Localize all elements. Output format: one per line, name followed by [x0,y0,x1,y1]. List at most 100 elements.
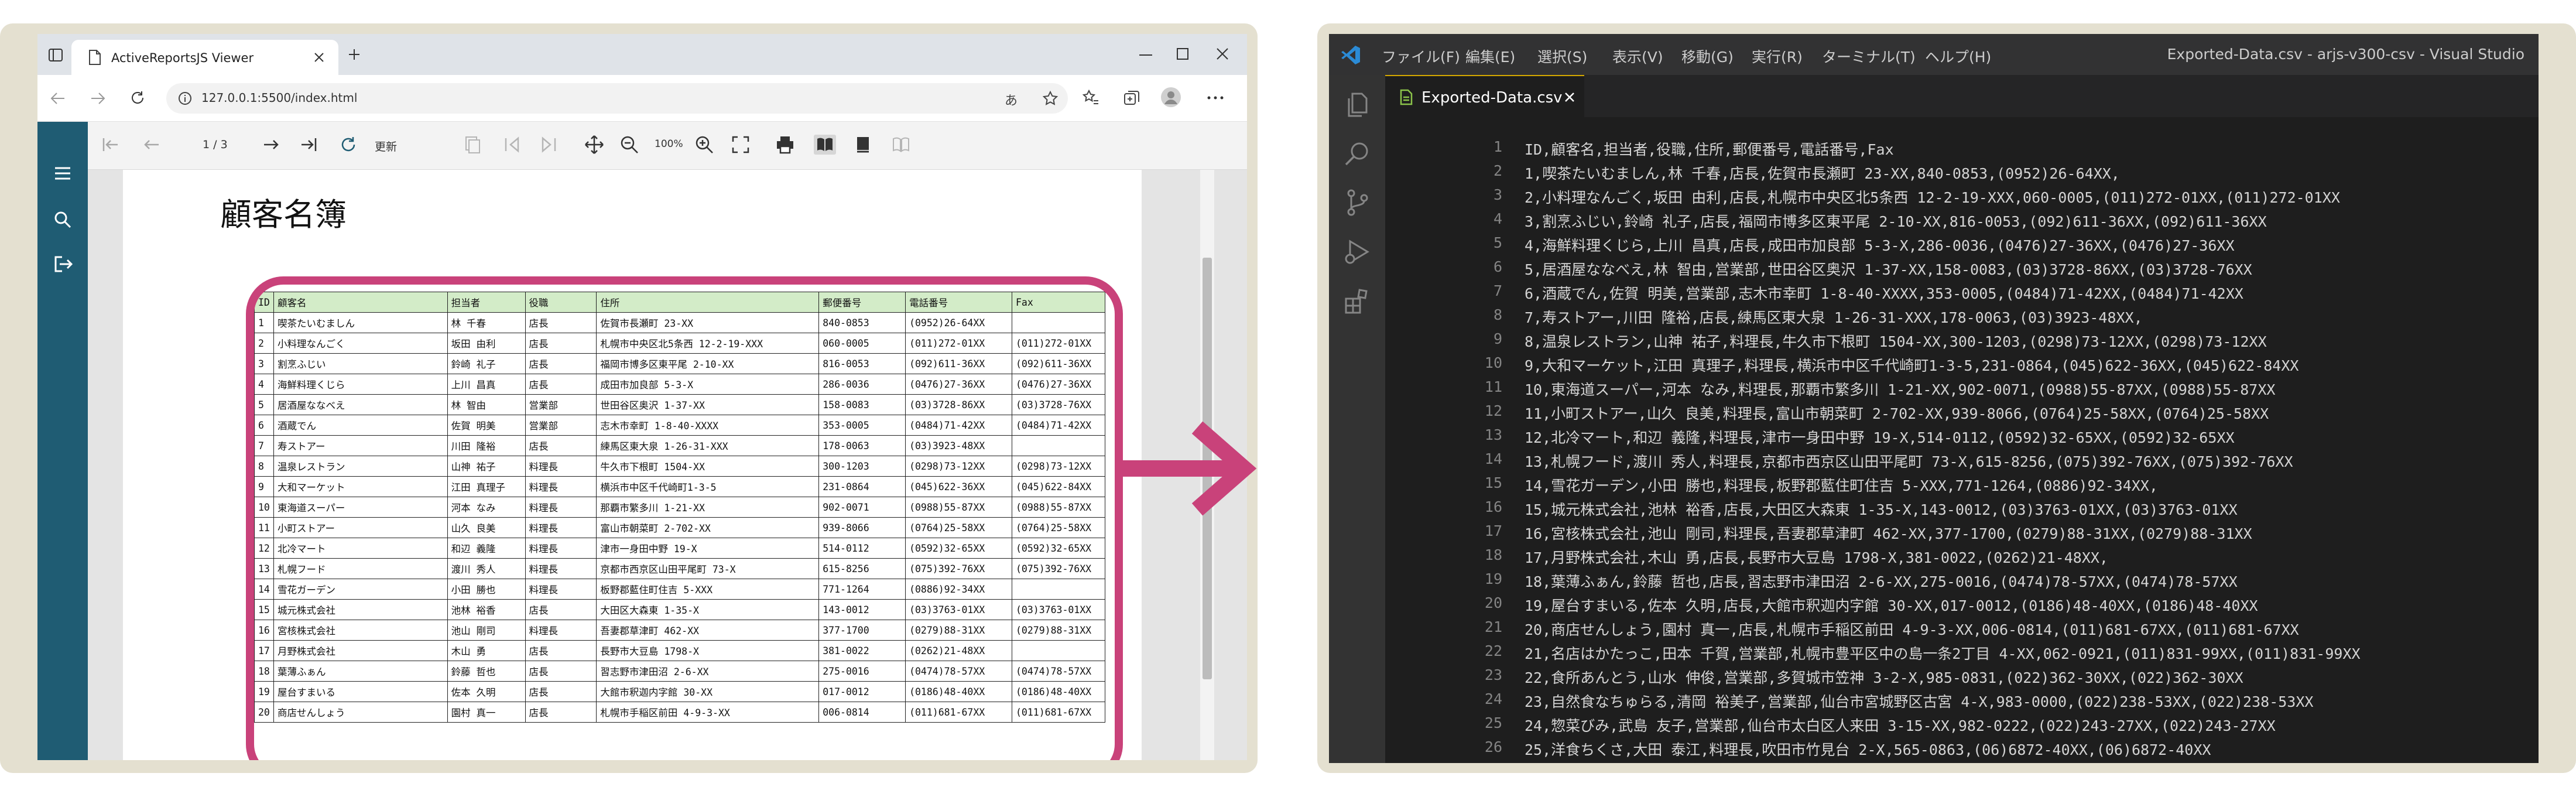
vscode-window: ファイル(F) 編集(E) 選択(S) 表示(V) 移動(G) 実行(R) ター… [1329,34,2539,763]
code-line[interactable]: 8,温泉レストラン,山神 祐子,料理長,牛久市下根町 1504-XX,300-1… [1525,330,2267,351]
last-page-icon[interactable] [299,135,318,155]
line-number: 2 [1493,162,1502,179]
csv-file-icon [1400,89,1413,105]
code-line[interactable]: 18,葉薄ふぁん,鈴藤 哲也,店長,習志野市津田沼 2-6-XX,275-001… [1525,570,2238,591]
menu-file[interactable]: ファイル(F) [1382,46,1460,67]
next-page-icon[interactable] [261,135,281,155]
refresh-icon[interactable] [130,90,145,105]
favorites-star-icon[interactable] [1042,90,1059,107]
page-icon [89,50,101,65]
code-line[interactable]: 4,海鮮料理くじら,上川 昌真,店長,成田市加良部 5-3-X,286-0036… [1525,234,2235,255]
print-icon[interactable] [775,135,795,155]
refresh-report-icon[interactable] [338,135,358,155]
zoom-level[interactable]: 100% [655,138,683,150]
line-number: 1 [1493,138,1502,155]
menu-edit[interactable]: 編集(E) [1465,46,1515,67]
line-number: 13 [1484,426,1502,443]
close-icon[interactable] [1564,92,1575,102]
menu-terminal[interactable]: ターミナル(T) [1822,46,1916,67]
line-number: 22 [1484,642,1502,659]
sidebar-toggle-icon[interactable] [48,48,63,62]
code-line[interactable]: 1,喫茶たいむましん,林 千春,店長,佐賀市長瀬町 23-XX,840-0853… [1525,162,2120,183]
code-line[interactable]: 21,名店はかたっこ,田本 千賀,営業部,札幌市豊平区中の島一条2丁目 4-XX… [1525,642,2361,663]
code-line[interactable]: 19,屋台すまいる,佐本 久明,店長,大館市釈迦内字館 30-XX,017-00… [1525,594,2258,615]
line-number: 17 [1484,522,1502,539]
code-line[interactable]: 13,札幌フード,渡川 秀人,料理長,京都市西京区山田平尾町 73-X,615-… [1525,450,2293,471]
code-line[interactable]: 12,北冷マート,和辺 義隆,料理長,津市一身田中野 19-X,514-0112… [1525,426,2235,447]
url-box[interactable]: 127.0.0.1:5500/index.html あ [166,83,1068,114]
line-number: 10 [1484,354,1502,371]
back-to-parent-icon[interactable] [502,135,522,155]
line-number: 5 [1493,234,1502,251]
run-debug-icon[interactable] [1343,238,1371,266]
browser-tab[interactable]: ActiveReportsJS Viewer [71,40,338,75]
forward-icon[interactable] [90,91,105,105]
menu-view[interactable]: 表示(V) [1612,46,1663,67]
code-line[interactable]: 6,酒蔵でん,佐賀 明美,営業部,志木市幸町 1-8-40-XXXX,353-0… [1525,282,2243,303]
menu-selection[interactable]: 選択(S) [1537,46,1587,67]
search-icon[interactable] [1343,139,1371,167]
code-line[interactable]: 23,自然食なちゅらる,清岡 裕美子,営業部,仙台市宮城野区古宮 4-X,983… [1525,690,2313,712]
previous-page-icon[interactable] [142,135,162,155]
pan-icon[interactable] [584,135,604,155]
close-window-icon[interactable] [1217,48,1228,60]
profile-icon[interactable] [1160,87,1181,108]
code-line[interactable]: 17,月野株式会社,木山 勇,店長,長野市大豆島 1798-X,381-0022… [1525,546,2108,567]
extensions-icon[interactable] [1343,287,1371,315]
code-line[interactable]: 5,居酒屋ななべえ,林 智由,営業部,世田谷区奥沢 1-37-XX,158-00… [1525,258,2252,279]
code-editor[interactable]: 1 2 3 4 5 6 7 8 9 10 11 12 13 14 15 16 17 18 19 20 21 22 23 24 2… [1385,117,2539,763]
continuous-view-icon[interactable] [854,135,873,155]
explorer-icon[interactable] [1343,91,1371,119]
search-icon[interactable] [54,211,71,228]
menu-run[interactable]: 実行(R) [1752,46,1803,67]
fullscreen-icon[interactable] [731,135,751,155]
line-number: 19 [1484,570,1502,587]
zoom-out-icon[interactable] [619,135,639,155]
more-icon[interactable] [1207,96,1224,100]
code-line[interactable]: 16,宮核株式会社,池山 剛司,料理長,吾妻郡草津町 462-XX,377-17… [1525,522,2252,543]
multi-page-view-icon[interactable] [891,135,911,155]
line-number: 18 [1484,546,1502,563]
forward-history-icon[interactable] [539,135,559,155]
code-line[interactable]: ID,顧客名,担当者,役職,住所,郵便番号,電話番号,Fax [1525,138,1894,159]
info-icon[interactable] [178,91,192,105]
export-icon[interactable] [54,255,73,273]
new-tab-icon[interactable] [348,48,361,61]
code-line[interactable]: 24,惣菜びみ,武島 友子,営業部,仙台市太白区人来田 3-15-XX,982-… [1525,714,2276,736]
favorites-icon[interactable] [1082,89,1099,107]
viewer-toolbar: 1 / 3 更新 100% [88,122,1247,170]
code-line[interactable]: 10,東海道スーパー,河本 なみ,料理長,那覇市繁多川 1-21-XX,902-… [1525,378,2275,399]
code-line[interactable]: 20,商店せんしょう,園村 真一,店長,札幌市手稲区前田 4-9-3-XX,00… [1525,618,2299,639]
refresh-label[interactable]: 更新 [375,138,397,154]
collections-icon[interactable] [1123,89,1140,107]
menu-go[interactable]: 移動(G) [1681,46,1734,67]
single-page-view-icon[interactable] [814,135,836,155]
minimize-icon[interactable] [1139,54,1152,56]
url-text[interactable]: 127.0.0.1:5500/index.html [201,91,357,105]
menu-icon[interactable] [54,166,71,180]
arrow-right-icon [1118,421,1257,516]
menu-help[interactable]: ヘルプ(H) [1925,46,1991,67]
zoom-in-icon[interactable] [694,135,714,155]
read-aloud-icon[interactable]: あ [1005,90,1018,109]
source-control-icon[interactable] [1343,189,1371,217]
code-line[interactable]: 9,大和マーケット,江田 真理子,料理長,横浜市中区千代崎町1-3-5,231-… [1525,354,2298,375]
galley-mode-icon[interactable] [463,135,482,155]
line-number: 8 [1493,306,1502,323]
code-line[interactable]: 14,雪花ガーデン,小田 勝也,料理長,板野郡藍住町住吉 5-XXX,771-1… [1525,474,2158,495]
code-line[interactable]: 22,食所あんとう,山水 伸俊,営業部,多賀城市笠神 3-2-X,985-083… [1525,666,2243,687]
code-line[interactable]: 7,寿ストアー,川田 隆裕,店長,練馬区東大泉 1-26-31-XXX,178-… [1525,306,2143,327]
back-icon[interactable] [50,91,66,105]
code-line[interactable]: 25,洋食ちくさ,大田 泰江,料理長,吹田市竹見台 2-X,565-0863,(… [1525,738,2211,760]
code-line[interactable]: 11,小町ストアー,山久 良美,料理長,富山市朝菜町 2-702-XX,939-… [1525,402,2269,423]
first-page-icon[interactable] [101,135,121,155]
page-indicator[interactable]: 1 / 3 [203,138,228,151]
code-line[interactable]: 2,小料理なんごく,坂田 由利,店長,札幌市中央区北5条西 12-2-19-XX… [1525,186,2340,207]
tab-bar: ActiveReportsJS Viewer [37,34,1247,75]
editor-tab[interactable]: Exported-Data.csv [1385,75,1584,117]
line-number: 9 [1493,330,1502,347]
code-line[interactable]: 3,割烹ふじい,鈴崎 礼子,店長,福岡市博多区東平尾 2-10-XX,816-0… [1525,210,2267,231]
maximize-icon[interactable] [1177,48,1188,60]
close-icon[interactable] [314,52,324,63]
code-line[interactable]: 15,城元株式会社,池林 裕香,店長,大田区大森東 1-35-X,143-001… [1525,498,2238,519]
